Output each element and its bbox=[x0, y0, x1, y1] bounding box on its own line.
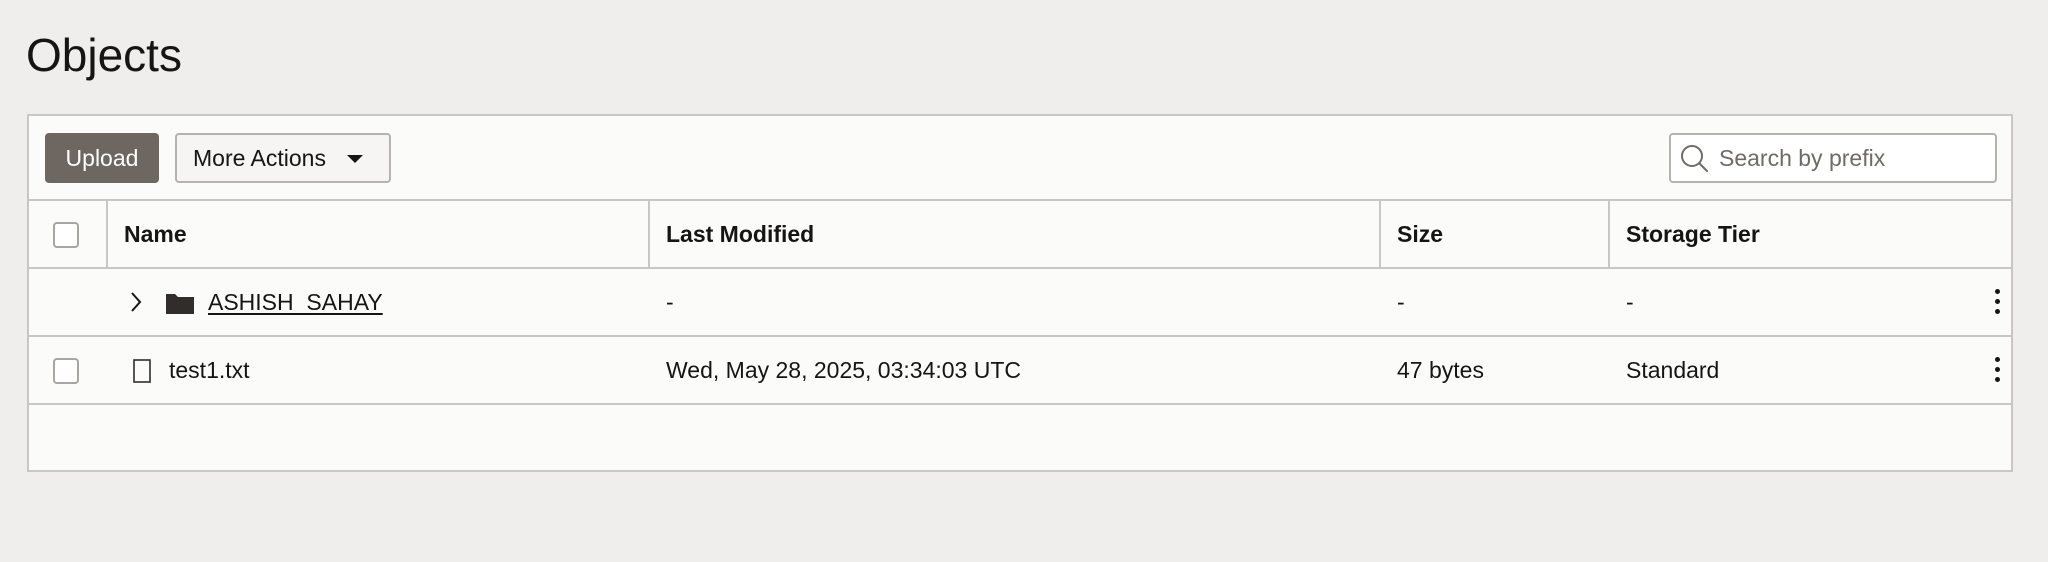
search-input[interactable] bbox=[1719, 141, 1989, 175]
last-modified-cell: - bbox=[666, 289, 674, 315]
table-row: test1.txt Wed, May 28, 2025, 03:34:03 UT… bbox=[29, 337, 2011, 405]
file-name[interactable]: test1.txt bbox=[169, 337, 250, 403]
size-cell: 47 bytes bbox=[1397, 357, 1484, 383]
folder-link[interactable]: ASHISH_SAHAY bbox=[208, 269, 383, 335]
chevron-right-icon[interactable] bbox=[129, 290, 143, 314]
row-checkbox[interactable] bbox=[53, 358, 79, 384]
storage-tier-cell: Standard bbox=[1626, 357, 1720, 383]
size-cell: - bbox=[1397, 289, 1405, 315]
search-box bbox=[1669, 133, 1997, 183]
column-header-size[interactable]: Size bbox=[1397, 201, 1443, 267]
kebab-menu-icon[interactable] bbox=[1991, 357, 2003, 385]
toolbar: Upload More Actions bbox=[29, 116, 2011, 201]
caret-down-icon bbox=[347, 155, 363, 163]
storage-tier-cell: - bbox=[1626, 289, 1634, 315]
kebab-menu-icon[interactable] bbox=[1991, 289, 2003, 317]
column-header-name[interactable]: Name bbox=[124, 201, 187, 267]
column-divider bbox=[648, 201, 650, 267]
column-header-storage-tier[interactable]: Storage Tier bbox=[1626, 201, 1760, 267]
last-modified-cell: Wed, May 28, 2025, 03:34:03 UTC bbox=[666, 357, 1021, 383]
search-icon bbox=[1681, 145, 1708, 172]
page-title: Objects bbox=[26, 29, 182, 81]
table-row: ASHISH_SAHAY - - - bbox=[29, 269, 2011, 337]
upload-button[interactable]: Upload bbox=[45, 133, 159, 183]
more-actions-button[interactable]: More Actions bbox=[175, 133, 391, 183]
column-divider bbox=[1608, 201, 1610, 267]
folder-icon bbox=[166, 294, 194, 314]
more-actions-label: More Actions bbox=[193, 144, 326, 171]
file-icon bbox=[133, 359, 151, 383]
column-divider bbox=[106, 201, 108, 267]
column-header-last-modified[interactable]: Last Modified bbox=[666, 201, 814, 267]
select-all-checkbox[interactable] bbox=[53, 222, 79, 248]
objects-panel: Upload More Actions Name Last Modified S… bbox=[27, 114, 2013, 472]
column-divider bbox=[1379, 201, 1381, 267]
table-header: Name Last Modified Size Storage Tier bbox=[29, 201, 2011, 269]
